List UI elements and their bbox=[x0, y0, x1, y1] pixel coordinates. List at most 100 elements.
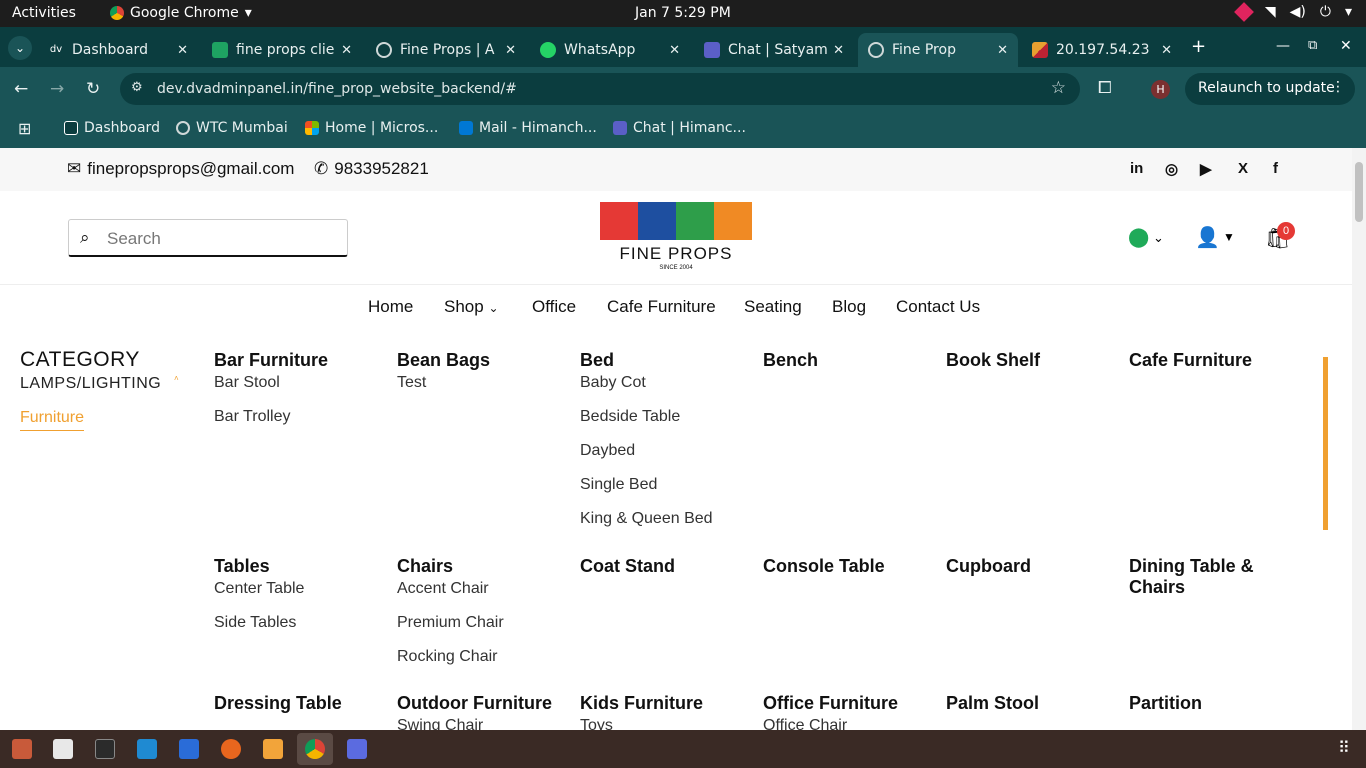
screenshot-icon[interactable] bbox=[347, 739, 367, 759]
category-heading-link[interactable]: Chairs bbox=[397, 556, 572, 577]
tab-whatsapp[interactable]: WhatsApp ✕ bbox=[530, 33, 690, 67]
tab-dashboard[interactable]: dv Dashboard ✕ bbox=[38, 33, 198, 67]
search-input[interactable]: ⌕ Search bbox=[68, 219, 348, 257]
subcategory-link[interactable]: King & Queen Bed bbox=[580, 507, 755, 541]
category-heading-link[interactable]: Palm Stool bbox=[946, 693, 1121, 714]
category-heading-link[interactable]: Bench bbox=[763, 350, 938, 371]
mega-menu-scroll-thumb[interactable] bbox=[1323, 357, 1328, 530]
close-window-button[interactable]: ✕ bbox=[1340, 38, 1352, 54]
subcategory-link[interactable]: Single Bed bbox=[580, 473, 755, 507]
nav-shop[interactable]: Shop ⌄ bbox=[444, 297, 499, 317]
nav-home[interactable]: Home bbox=[368, 297, 413, 317]
subcategory-link[interactable]: Baby Cot bbox=[580, 371, 755, 405]
extensions-icon[interactable]: ⧠ bbox=[1098, 78, 1112, 98]
category-heading-link[interactable]: Kids Furniture bbox=[580, 693, 755, 714]
close-icon[interactable]: ✕ bbox=[833, 43, 844, 58]
vscode-icon[interactable] bbox=[137, 739, 157, 759]
bookmark-dashboard[interactable]: Dashboard bbox=[64, 120, 160, 136]
app-menu[interactable]: Google Chrome ▾ bbox=[110, 5, 252, 21]
close-icon[interactable]: ✕ bbox=[505, 43, 516, 58]
subcategory-link[interactable]: Toys bbox=[580, 714, 755, 730]
bookmark-mail[interactable]: Mail - Himanch... bbox=[459, 120, 597, 136]
maximize-button[interactable]: ⧉ bbox=[1308, 38, 1317, 53]
subcategory-link[interactable]: Accent Chair bbox=[397, 577, 572, 611]
subcategory-link[interactable]: Side Tables bbox=[214, 611, 389, 645]
subcategory-link[interactable]: Bar Trolley bbox=[214, 405, 389, 439]
phone-link[interactable]: ✆ 9833952821 bbox=[314, 159, 429, 179]
nav-seating[interactable]: Seating bbox=[744, 297, 802, 317]
new-tab-button[interactable]: + bbox=[1191, 36, 1206, 57]
page-scrollbar[interactable] bbox=[1352, 148, 1366, 730]
user-icon[interactable]: 👤 bbox=[1195, 225, 1220, 250]
caret-down-icon[interactable]: ▼ bbox=[1223, 230, 1235, 244]
subcategory-link[interactable]: Premium Chair bbox=[397, 611, 572, 645]
bookmark-wtc[interactable]: WTC Mumbai bbox=[176, 120, 288, 136]
chrome-icon[interactable] bbox=[305, 739, 325, 759]
email-link[interactable]: ✉ finepropsprops@gmail.com bbox=[67, 159, 294, 179]
category-heading-link[interactable]: Cafe Furniture bbox=[1129, 350, 1304, 371]
site-logo[interactable]: FINE PROPS SINCE 2004 bbox=[600, 202, 752, 274]
site-info-icon[interactable]: ⚙ bbox=[131, 80, 143, 95]
subcategory-link[interactable]: Center Table bbox=[214, 577, 389, 611]
subcategory-link[interactable]: Bar Stool bbox=[214, 371, 389, 405]
subcategory-link[interactable]: Bedside Table bbox=[580, 405, 755, 439]
activities-button[interactable]: Activities bbox=[12, 5, 76, 21]
tab-fine-props-admin[interactable]: Fine Props | A ✕ bbox=[366, 33, 526, 67]
nav-blog[interactable]: Blog bbox=[832, 297, 866, 317]
terminal-icon[interactable] bbox=[95, 739, 115, 759]
category-heading-link[interactable]: Bean Bags bbox=[397, 350, 572, 371]
chevron-down-icon[interactable]: ⌄ bbox=[1153, 230, 1164, 246]
category-heading-link[interactable]: Coat Stand bbox=[580, 556, 755, 577]
nav-office[interactable]: Office bbox=[532, 297, 576, 317]
tab-fine-prop-active[interactable]: Fine Prop ✕ bbox=[858, 33, 1018, 67]
category-heading-link[interactable]: Dining Table & Chairs bbox=[1129, 556, 1304, 598]
system-tray[interactable]: ◥ ◀) ⏻ ▾ bbox=[1233, 2, 1352, 22]
bookmark-chat[interactable]: Chat | Himanc... bbox=[613, 120, 746, 136]
tab-search-button[interactable]: ⌄ bbox=[8, 36, 32, 60]
files-red-icon[interactable] bbox=[12, 739, 32, 759]
text-editor-icon[interactable] bbox=[179, 739, 199, 759]
reload-icon[interactable]: ↻ bbox=[86, 79, 100, 99]
linkedin-icon[interactable]: in bbox=[1130, 160, 1143, 177]
category-heading-link[interactable]: Console Table bbox=[763, 556, 938, 577]
category-heading-link[interactable]: Tables bbox=[214, 556, 389, 577]
category-heading-link[interactable]: Book Shelf bbox=[946, 350, 1121, 371]
tab-fine-props-client[interactable]: fine props clie ✕ bbox=[202, 33, 362, 67]
category-lamps-lighting[interactable]: LAMPS/LIGHTING bbox=[20, 375, 161, 393]
instagram-icon[interactable]: ◎ bbox=[1165, 160, 1178, 178]
subcategory-link[interactable]: Test bbox=[397, 371, 572, 405]
category-heading-link[interactable]: Cupboard bbox=[946, 556, 1121, 577]
bookmark-microsoft[interactable]: Home | Micros... bbox=[305, 120, 438, 136]
forward-icon[interactable]: → bbox=[50, 79, 64, 99]
sublime-icon[interactable] bbox=[263, 739, 283, 759]
show-apps-icon[interactable]: ⠿ bbox=[1338, 738, 1350, 757]
subcategory-link[interactable]: Daybed bbox=[580, 439, 755, 473]
tab-chat-satyam[interactable]: Chat | Satyam ✕ bbox=[694, 33, 854, 67]
category-heading-link[interactable]: Partition bbox=[1129, 693, 1304, 714]
close-icon[interactable]: ✕ bbox=[341, 43, 352, 58]
close-icon[interactable]: ✕ bbox=[997, 43, 1008, 58]
category-heading-link[interactable]: Bar Furniture bbox=[214, 350, 389, 371]
clock[interactable]: Jan 7 5:29 PM bbox=[635, 5, 731, 21]
address-bar[interactable]: ⚙ dev.dvadminpanel.in/fine_prop_website_… bbox=[120, 73, 1080, 105]
apps-grid-icon[interactable]: ⊞ bbox=[18, 119, 31, 138]
star-icon[interactable]: ☆ bbox=[1051, 78, 1066, 98]
x-twitter-icon[interactable]: X bbox=[1238, 160, 1248, 177]
nav-contact-us[interactable]: Contact Us bbox=[896, 297, 980, 317]
facebook-icon[interactable]: f bbox=[1273, 160, 1278, 177]
subcategory-link[interactable]: Rocking Chair bbox=[397, 645, 572, 679]
subcategory-link[interactable]: Office Chair bbox=[763, 714, 938, 730]
close-icon[interactable]: ✕ bbox=[1161, 43, 1172, 58]
category-heading-link[interactable]: Office Furniture bbox=[763, 693, 938, 714]
youtube-icon[interactable]: ▶ bbox=[1200, 160, 1212, 178]
tab-ip-address[interactable]: 20.197.54.23 ✕ bbox=[1022, 33, 1182, 67]
file-manager-icon[interactable] bbox=[53, 739, 73, 759]
nav-cafe-furniture[interactable]: Cafe Furniture bbox=[607, 297, 716, 317]
category-heading-link[interactable]: Bed bbox=[580, 350, 755, 371]
back-icon[interactable]: ← bbox=[14, 79, 28, 99]
close-icon[interactable]: ✕ bbox=[669, 43, 680, 58]
subcategory-link[interactable]: Swing Chair bbox=[397, 714, 572, 730]
close-icon[interactable]: ✕ bbox=[177, 43, 188, 58]
relaunch-button[interactable]: Relaunch to update ⋮ bbox=[1185, 73, 1355, 105]
scrollbar-thumb[interactable] bbox=[1355, 162, 1363, 222]
